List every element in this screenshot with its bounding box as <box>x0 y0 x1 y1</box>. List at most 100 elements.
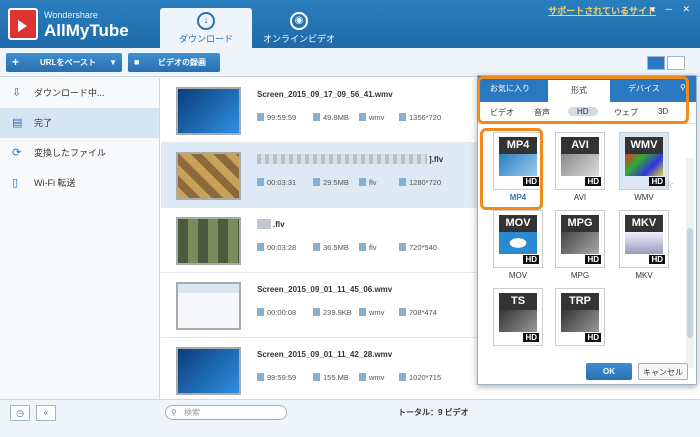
table-row[interactable]: Screen_2015_09_01_11_42_28.wmv 99:59:59 … <box>161 338 478 399</box>
sidebar-item-wifi-transfer[interactable]: ▯ Wi-Fi 転送 <box>0 168 159 198</box>
toolbar: + URLをペースト ▼ ■ ビデオの録画 <box>0 48 700 77</box>
total-count: トータル：9 ビデオ <box>398 408 469 417</box>
format-mkv[interactable]: MKV HD MKV <box>618 210 670 280</box>
format-trp[interactable]: TRP HD <box>554 288 606 346</box>
cancel-button[interactable]: キャンセル <box>638 363 688 380</box>
file-icon <box>313 178 320 186</box>
duration: 00:03:28 <box>257 243 296 252</box>
detail-view-icon[interactable] <box>667 56 685 70</box>
format-icon <box>359 178 366 186</box>
file-icon <box>313 113 320 121</box>
record-video-label: ビデオの録画 <box>158 58 206 67</box>
sidebar-item-completed[interactable]: ▤ 完了 <box>0 108 159 138</box>
clock-icon <box>257 308 264 316</box>
format-mov[interactable]: MOV HD MOV <box>492 210 544 280</box>
clock-icon <box>257 373 264 381</box>
format-icon <box>359 243 366 251</box>
chevron-down-icon: ▼ <box>109 58 117 67</box>
resolution-icon <box>399 373 406 381</box>
file-name: Screen_2015_09_17_09_56_41.wmv <box>257 90 393 99</box>
duration: 00:03:31 <box>257 178 296 187</box>
download-icon: ↓ <box>197 12 215 30</box>
file-format: wmv <box>359 113 384 122</box>
file-format: wmv <box>359 308 384 317</box>
table-row[interactable]: ].flv 00:03:31 29.5MB flv 1280*720 <box>161 143 478 208</box>
resolution: 1020*715 <box>399 373 441 382</box>
file-size: 36.5MB <box>313 243 349 252</box>
avi-icon: AVI HD <box>555 132 605 190</box>
video-thumbnail <box>176 152 241 200</box>
resolution-icon <box>399 113 406 121</box>
resolution: 1356*720 <box>399 113 441 122</box>
title-bar: Wondershare AllMyTube ↓ ダウンロード ◉ オンラインビデ… <box>0 0 700 48</box>
format-ts[interactable]: TS HD <box>492 288 544 346</box>
file-format: wmv <box>359 373 384 382</box>
trp-icon: TRP HD <box>555 288 605 346</box>
table-row[interactable]: Screen_2015_09_17_09_56_41.wmv 99:59:59 … <box>161 78 478 143</box>
file-name: Screen_2015_09_01_11_45_06.wmv <box>257 285 393 294</box>
phone-icon: ▯ <box>12 177 19 189</box>
format-label: MOV <box>508 271 528 280</box>
supported-sites-link[interactable]: サポートされているサイト <box>548 4 656 17</box>
video-camera-icon: ■ <box>134 57 140 67</box>
table-row[interactable]: Screen_2015_09_01_11_45_06.wmv 00:00:08 … <box>161 273 478 338</box>
blurred-filename <box>257 154 427 164</box>
scrollbar-thumb[interactable] <box>687 228 693 338</box>
popup-scrollbar[interactable] <box>686 158 694 368</box>
table-row[interactable]: .flv 00:03:28 36.5MB flv 720*540 <box>161 208 478 273</box>
tab-download-label: ダウンロード <box>178 34 233 44</box>
sidebar-item-downloading[interactable]: ⇩ ダウンロード中... <box>0 78 159 108</box>
format-avi[interactable]: AVI HD AVI <box>554 132 606 202</box>
search-input[interactable]: ⚲ 検索 <box>165 405 287 420</box>
status-bar: ◷ « ⚲ 検索 トータル：9 ビデオ <box>0 399 700 437</box>
document-icon: ▤ <box>12 117 23 129</box>
duration: 99:59:59 <box>257 373 296 382</box>
sidebar-item-label: 完了 <box>34 118 53 128</box>
file-size: 29.5MB <box>313 178 349 187</box>
video-thumbnail <box>176 87 241 135</box>
resolution: 720*540 <box>399 243 437 252</box>
search-placeholder: 検索 <box>184 408 200 417</box>
mp4-highlight <box>480 128 543 210</box>
resolution-icon <box>399 243 406 251</box>
clock-icon <box>257 113 264 121</box>
tab-online-video-label: オンラインビデオ <box>262 34 335 44</box>
file-format: flv <box>359 243 377 252</box>
format-icon <box>359 113 366 121</box>
star-icon[interactable]: ☆ <box>664 178 674 191</box>
app-logo-icon <box>8 8 38 40</box>
format-label: MKV <box>635 271 653 280</box>
mpg-icon: MPG HD <box>555 210 605 268</box>
ts-icon: TS HD <box>493 288 543 346</box>
tab-download[interactable]: ↓ ダウンロード <box>160 8 252 48</box>
format-mpg[interactable]: MPG HD MPG <box>554 210 606 280</box>
paste-url-label: URLをペースト <box>40 58 97 67</box>
format-label: MPG <box>570 271 590 280</box>
brand-company: Wondershare <box>44 10 98 20</box>
tab-online-video[interactable]: ◉ オンラインビデオ <box>253 8 345 48</box>
tabs-highlight <box>477 76 689 124</box>
file-icon <box>313 308 320 316</box>
list-view-icon[interactable] <box>647 56 665 70</box>
file-size: 155.MB <box>313 373 349 382</box>
paste-url-button[interactable]: + URLをペースト ▼ <box>6 53 122 72</box>
sidebar-item-label: Wi-Fi 転送 <box>34 178 76 188</box>
resolution: 1280*720 <box>399 178 441 187</box>
collapse-button[interactable]: « <box>36 405 56 421</box>
sidebar: ⇩ ダウンロード中... ▤ 完了 ⟳ 変換したファイル ▯ Wi-Fi 転送 <box>0 78 160 399</box>
sidebar-item-label: ダウンロード中... <box>34 88 105 98</box>
video-thumbnail <box>176 217 241 265</box>
sidebar-item-converted[interactable]: ⟳ 変換したファイル <box>0 138 159 168</box>
file-size: 239.9KB <box>313 308 352 317</box>
clock-icon <box>257 243 264 251</box>
search-icon: ⚲ <box>171 408 177 417</box>
record-video-button[interactable]: ■ ビデオの録画 <box>128 53 220 72</box>
schedule-button[interactable]: ◷ <box>10 405 30 421</box>
window-controls[interactable]: ▾ ─ ✕ <box>651 4 694 15</box>
ok-button[interactable]: OK <box>586 363 632 380</box>
format-wmv[interactable]: WMV HD WMV ☆ <box>618 132 674 202</box>
wmv-icon: WMV HD <box>619 132 669 190</box>
file-size: 49.8MB <box>313 113 349 122</box>
brand-name: AllMyTube <box>44 21 129 40</box>
format-label: WMV <box>634 193 654 202</box>
